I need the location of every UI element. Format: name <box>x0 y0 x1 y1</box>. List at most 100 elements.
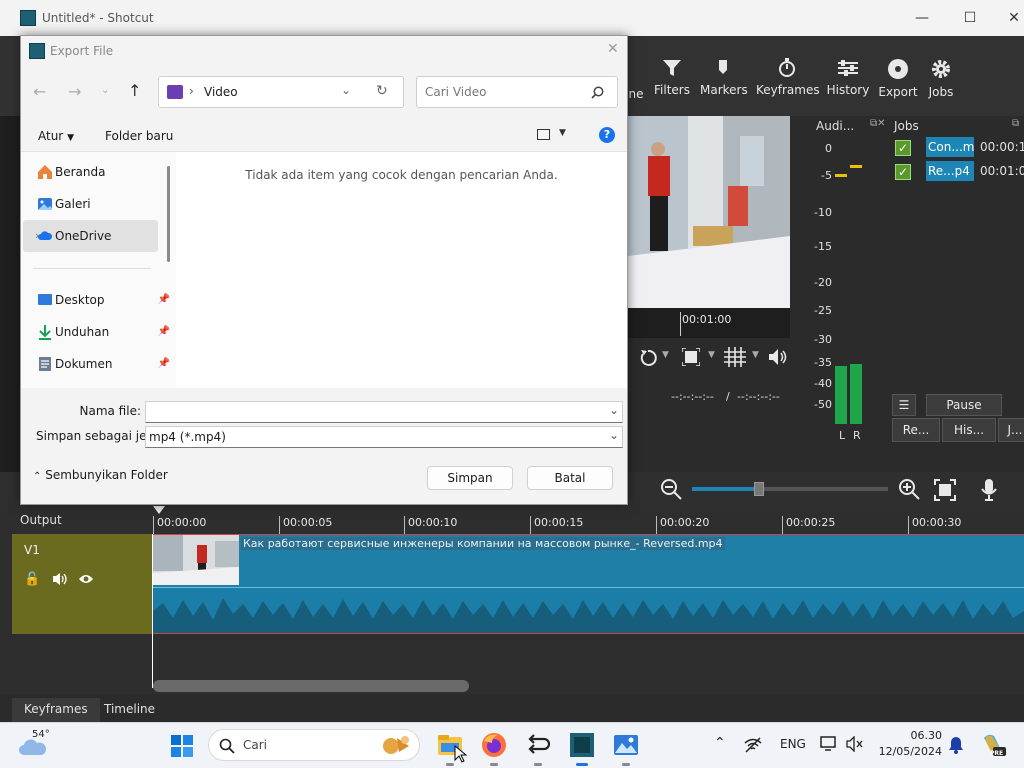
job-item-name[interactable]: Re...p4 <box>926 161 974 181</box>
forward-arrow-icon[interactable]: → <box>68 82 81 101</box>
sidebar-item-label: Desktop <box>55 293 105 307</box>
toolbar-partial-item[interactable]: ne <box>626 44 646 101</box>
jobs-tab[interactable]: J... <box>998 418 1024 442</box>
notification-bell-icon[interactable] <box>948 736 964 754</box>
meter-scale-label: -5 <box>821 169 832 182</box>
clock-date[interactable]: 12/05/2024 <box>870 745 942 758</box>
zoom-out-icon[interactable] <box>660 478 684 502</box>
search-icon[interactable] <box>591 86 604 99</box>
file-list-area[interactable]: Tidak ada item yang cocok dengan pencari… <box>176 152 627 388</box>
shotcut-taskbar-icon[interactable] <box>568 731 596 759</box>
eye-icon[interactable] <box>78 573 94 585</box>
jobs-menu-button[interactable]: ☰ <box>892 394 916 416</box>
out-point-field[interactable]: --:--:--:-- <box>737 390 780 403</box>
clock-time[interactable]: 06.30 <box>870 729 943 742</box>
toolbar-markers-button[interactable]: Markers <box>700 44 748 97</box>
toolbar-filters-button[interactable]: Filters <box>652 44 692 97</box>
zoom-fit-icon[interactable] <box>934 479 956 501</box>
tab-keyframes[interactable]: Keyframes <box>12 698 100 722</box>
app-switch-icon[interactable] <box>524 731 552 759</box>
track-header-v1[interactable]: V1 🔓 <box>12 534 152 634</box>
pin-icon[interactable]: 📌 <box>158 284 170 316</box>
zoom-in-icon[interactable] <box>898 478 922 502</box>
timeline-scrollbar[interactable] <box>153 680 469 692</box>
job-item-name[interactable]: Con...mp <box>926 137 974 157</box>
display-icon[interactable] <box>820 736 838 752</box>
zoom-fit-icon[interactable] <box>682 348 700 366</box>
chevron-down-icon[interactable]: ▼ <box>708 350 715 360</box>
help-icon[interactable]: ? <box>599 127 615 143</box>
timeline-ruler[interactable]: 00:00:00 00:00:05 00:00:10 00:00:15 00:0… <box>153 506 1024 534</box>
filename-input[interactable] <box>145 401 623 423</box>
chevron-down-icon[interactable]: ▼ <box>752 350 759 360</box>
lock-icon[interactable]: 🔓 <box>24 572 40 587</box>
taskbar-search[interactable]: Cari <box>208 729 420 761</box>
refresh-icon[interactable]: ↻ <box>376 83 388 99</box>
pause-queue-button[interactable]: Pause Queue <box>926 394 1002 432</box>
recent-tab[interactable]: Re... <box>892 418 940 442</box>
toolbar-keyframes-button[interactable]: Keyframes <box>756 44 820 97</box>
playhead-icon[interactable] <box>153 506 165 514</box>
sidebar-item-downloads[interactable]: Unduhan 📌 <box>23 316 170 348</box>
timeline-clip[interactable]: Как работают сервисные инженеры компании… <box>153 534 1024 634</box>
cancel-button[interactable]: Batal <box>527 466 613 490</box>
pin-icon[interactable]: 📌 <box>158 348 170 380</box>
up-arrow-icon[interactable]: ↑ <box>128 81 141 100</box>
new-folder-button[interactable]: Folder baru <box>105 129 173 143</box>
chevron-down-icon[interactable]: ⌄ <box>101 85 109 96</box>
close-icon[interactable]: ✕ <box>992 6 1024 30</box>
windows-start-icon[interactable] <box>170 734 194 758</box>
close-icon[interactable]: ✕ <box>607 41 619 57</box>
in-point-field[interactable]: --:--:--:-- <box>671 390 714 403</box>
toolbar-history-button[interactable]: History <box>826 44 870 97</box>
maximize-icon[interactable]: ☐ <box>948 6 992 30</box>
grid-icon[interactable] <box>724 347 746 367</box>
sidebar-scrollbar[interactable] <box>167 166 170 262</box>
chevron-up-icon[interactable]: ⌃ <box>714 735 726 751</box>
search-box[interactable]: Cari Video <box>416 76 618 108</box>
pin-icon[interactable]: 📌 <box>158 316 170 348</box>
microphone-icon[interactable] <box>980 478 998 502</box>
sidebar-item-documents[interactable]: Dokumen 📌 <box>23 348 170 380</box>
history-tab[interactable]: His... <box>942 418 996 442</box>
chevron-down-icon[interactable]: ▼ <box>662 350 669 360</box>
job-check-icon: ✓ <box>895 140 911 156</box>
savetype-select[interactable]: mp4 (*.mp4) <box>145 426 623 448</box>
sidebar-item-gallery[interactable]: Galeri <box>23 188 158 220</box>
chevron-down-icon[interactable]: ⌄ <box>609 403 619 417</box>
volume-muted-icon[interactable] <box>846 736 864 752</box>
hide-folders-toggle[interactable]: ⌃ Sembunyikan Folder <box>33 468 168 482</box>
tab-timeline[interactable]: Timeline <box>92 698 167 722</box>
chevron-down-icon[interactable]: ⌄ <box>341 83 351 97</box>
organize-button[interactable]: Atur ▼ <box>38 129 74 143</box>
photos-icon[interactable] <box>612 731 640 759</box>
player-scrubber[interactable]: 00:01:00 <box>628 308 790 338</box>
zoom-slider-handle[interactable] <box>754 482 764 496</box>
clip-thumbnail <box>153 535 239 585</box>
sidebar-item-onedrive[interactable]: › OneDrive <box>23 220 158 252</box>
dialog-footer: ⌃ Sembunyikan Folder Simpan Batal <box>21 452 627 504</box>
mute-icon[interactable] <box>52 572 68 586</box>
sidebar-item-desktop[interactable]: Desktop 📌 <box>23 284 170 316</box>
view-icon[interactable] <box>537 129 550 140</box>
language-indicator[interactable]: ENG <box>780 737 806 751</box>
ruler-tick: 00:00:25 <box>782 516 835 534</box>
network-icon[interactable] <box>744 737 762 753</box>
sidebar-item-home[interactable]: Beranda <box>23 156 158 188</box>
breadcrumb-folder[interactable]: Video <box>204 85 238 99</box>
save-button[interactable]: Simpan <box>427 466 513 490</box>
toolbar-export-button[interactable]: Export <box>878 44 918 99</box>
zoom-slider[interactable] <box>692 482 888 496</box>
rotate-icon[interactable] <box>638 348 658 368</box>
float-icon[interactable]: ⧉✕ <box>870 118 886 129</box>
address-bar[interactable]: › Video ⌄ ↻ <box>158 76 404 108</box>
back-arrow-icon[interactable]: ← <box>33 82 46 101</box>
toolbar-jobs-button[interactable]: Jobs <box>922 44 960 99</box>
chevron-down-icon[interactable]: ▼ <box>559 128 566 138</box>
minimize-icon[interactable]: — <box>900 6 944 30</box>
video-preview[interactable] <box>628 116 790 308</box>
volume-icon[interactable] <box>768 348 788 366</box>
firefox-icon[interactable] <box>480 731 508 759</box>
chevron-down-icon[interactable]: ⌄ <box>609 428 619 442</box>
float-icon[interactable]: ⧉ <box>1012 118 1019 129</box>
